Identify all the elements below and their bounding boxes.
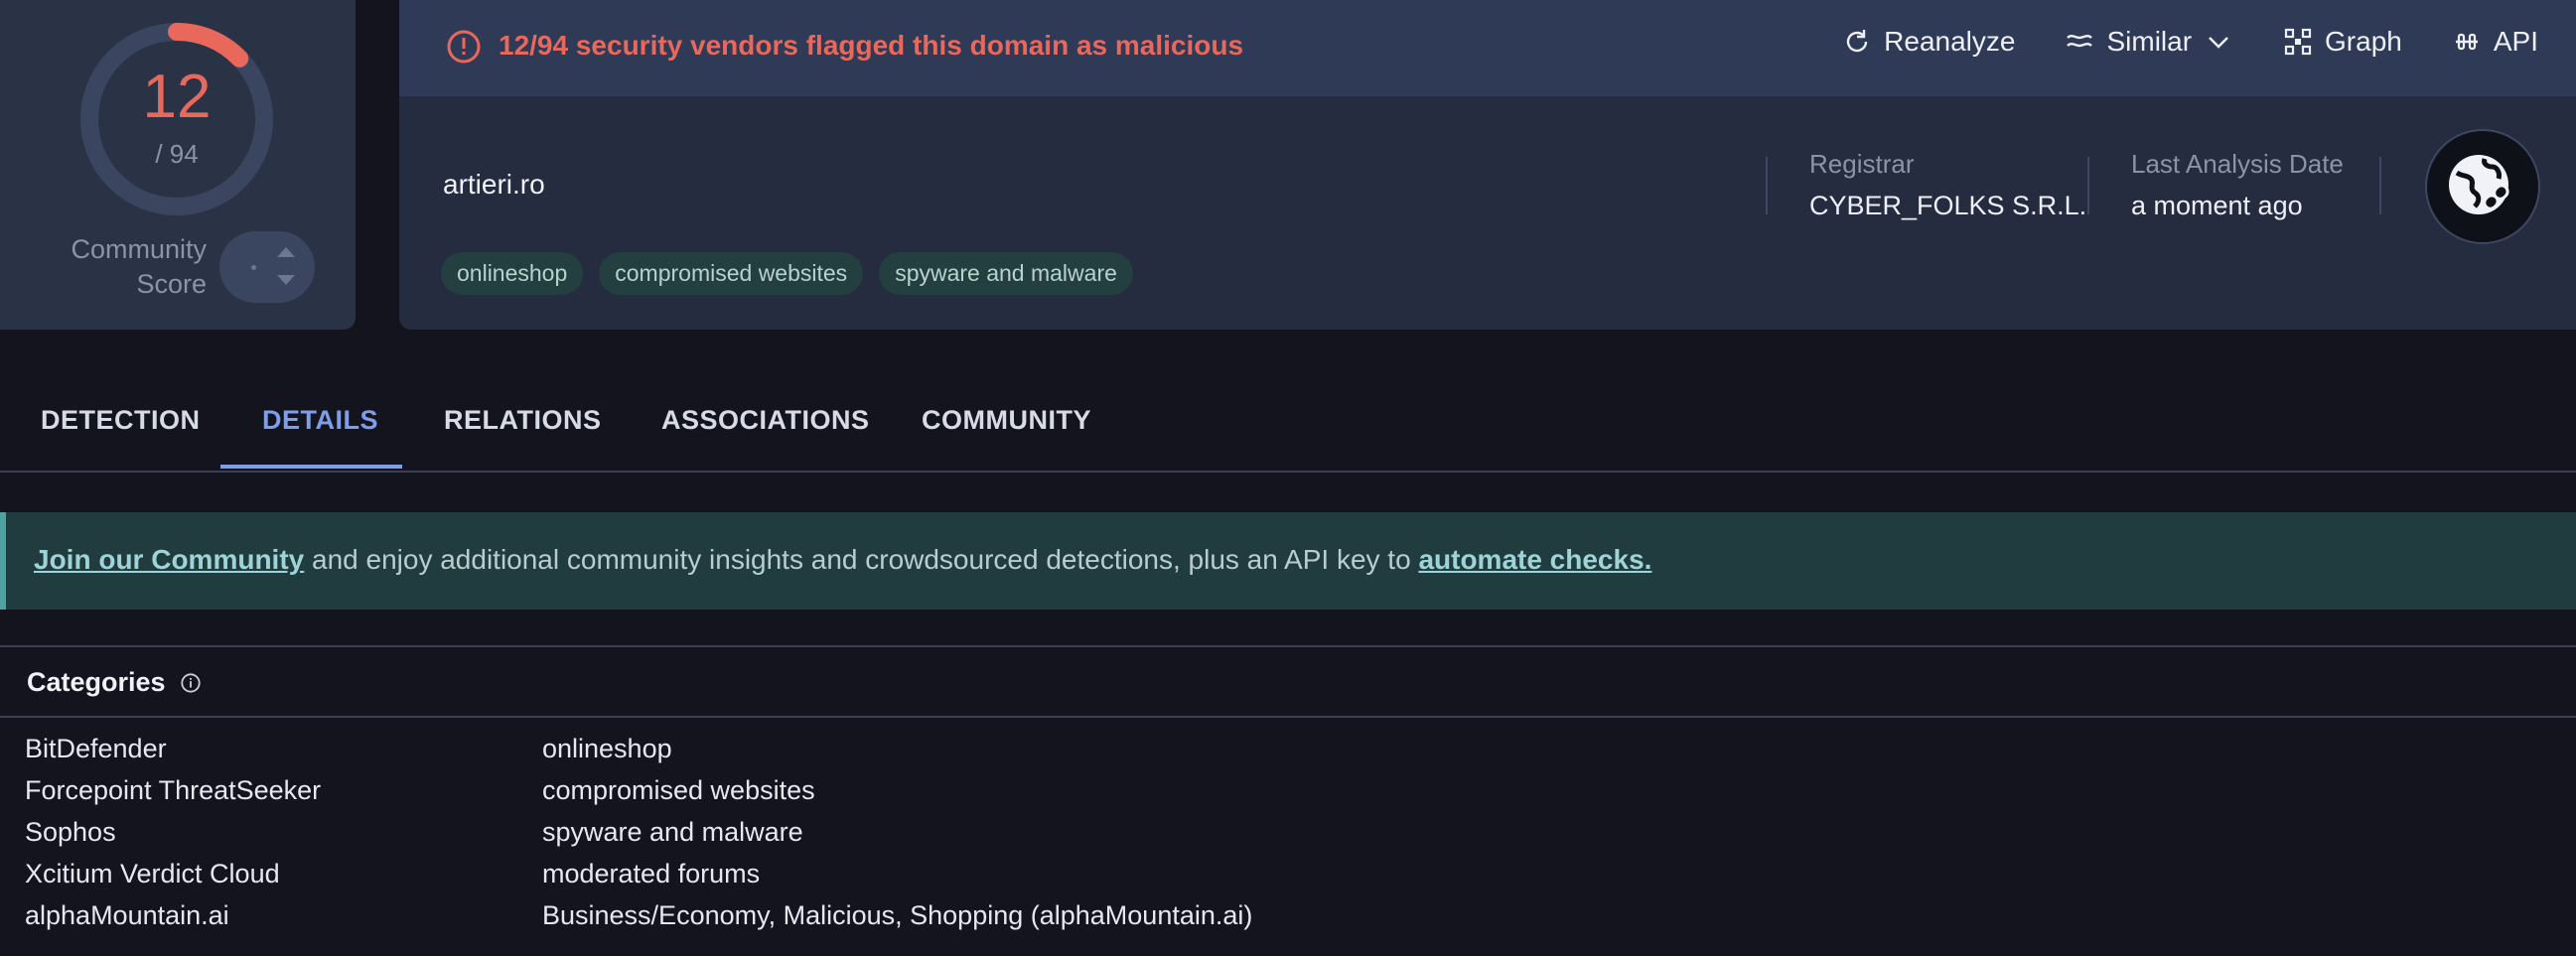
tab-community[interactable]: COMMUNITY (922, 405, 1091, 436)
similar-dropdown[interactable]: Similar (2065, 26, 2233, 58)
table-row: alphaMountain.ai Business/Economy, Malic… (0, 900, 2576, 942)
chevron-down-icon (2209, 37, 2228, 49)
vendor-name: BitDefender (25, 734, 167, 763)
category-value: onlineshop (542, 734, 672, 763)
divider (0, 645, 2576, 647)
action-toolbar: Reanalyze Similar Graph API (1842, 26, 2538, 58)
vendor-name: Sophos (25, 817, 116, 847)
last-analysis-label: Last Analysis Date (2131, 149, 2344, 179)
vendor-name: Forcepoint ThreatSeeker (25, 775, 322, 805)
community-score-label: Community Score (71, 234, 207, 299)
reanalyze-button[interactable]: Reanalyze (1842, 26, 2015, 58)
api-icon (2455, 33, 2478, 51)
table-row: Xcitium Verdict Cloud moderated forums (0, 859, 2576, 900)
table-row: Sophos spyware and malware (0, 817, 2576, 859)
tag[interactable]: onlineshop (441, 252, 584, 295)
tab-associations[interactable]: ASSOCIATIONS (661, 405, 870, 436)
detection-total: / 94 (155, 139, 199, 169)
detection-gauge-arc (168, 23, 249, 68)
community-banner: Join our Community and enjoy additional … (0, 512, 2576, 610)
tag-list: onlineshop compromised websites spyware … (441, 252, 1133, 295)
malicious-alert-bar: 12/94 security vendors flagged this doma… (399, 0, 2576, 96)
registrar-label: Registrar (1809, 149, 1915, 179)
category-value: compromised websites (542, 775, 815, 805)
domain-name: artieri.ro (443, 169, 545, 200)
tab-details[interactable]: DETAILS (262, 405, 378, 436)
table-row: BitDefender onlineshop (0, 734, 2576, 775)
join-community-link[interactable]: Join our Community (34, 544, 304, 575)
similar-icon (2067, 35, 2093, 48)
graph-icon (2284, 28, 2312, 56)
categories-header: Categories (27, 667, 202, 698)
divider (2379, 157, 2381, 214)
alert-message: 12/94 security vendors flagged this doma… (499, 30, 1244, 61)
active-tab-indicator (220, 465, 402, 469)
registrar-value: CYBER_FOLKS S.R.L. (1809, 191, 2087, 220)
divider (1766, 157, 1768, 214)
detection-count: 12 (142, 63, 212, 131)
category-value: spyware and malware (542, 817, 803, 847)
vote-up-icon[interactable] (277, 247, 295, 257)
vendor-name: Xcitium Verdict Cloud (25, 859, 280, 888)
divider (2087, 157, 2089, 214)
info-icon[interactable] (180, 672, 202, 694)
vote-down-icon[interactable] (277, 275, 295, 285)
tag[interactable]: compromised websites (599, 252, 864, 295)
automate-checks-link[interactable]: automate checks. (1418, 544, 1651, 575)
tab-detection[interactable]: DETECTION (41, 405, 201, 436)
tab-bar: DETECTION DETAILS RELATIONS ASSOCIATIONS… (0, 371, 2576, 473)
last-analysis-value: a moment ago (2131, 191, 2303, 220)
vote-dot-icon (251, 265, 256, 270)
domain-summary-panel: 12/94 security vendors flagged this doma… (399, 0, 2576, 330)
table-row: Forcepoint ThreatSeeker compromised webs… (0, 775, 2576, 817)
alert-circle-icon (447, 30, 481, 64)
banner-text: Join our Community and enjoy additional … (34, 544, 1651, 576)
divider (0, 716, 2576, 718)
community-vote-widget[interactable] (219, 231, 315, 303)
graph-button[interactable]: Graph (2283, 26, 2402, 58)
tab-relations[interactable]: RELATIONS (444, 405, 602, 436)
vendor-name: alphaMountain.ai (25, 900, 229, 930)
tag[interactable]: spyware and malware (879, 252, 1133, 295)
banner-message: and enjoy additional community insights … (304, 544, 1419, 575)
community-score-card: 12 / 94 Community Score (0, 0, 356, 330)
domain-globe-icon (2425, 129, 2540, 244)
category-value: Business/Economy, Malicious, Shopping (a… (542, 900, 1253, 930)
api-button[interactable]: API (2452, 26, 2538, 58)
category-value: moderated forums (542, 859, 761, 888)
refresh-icon (1847, 30, 1868, 53)
categories-title: Categories (27, 667, 166, 697)
